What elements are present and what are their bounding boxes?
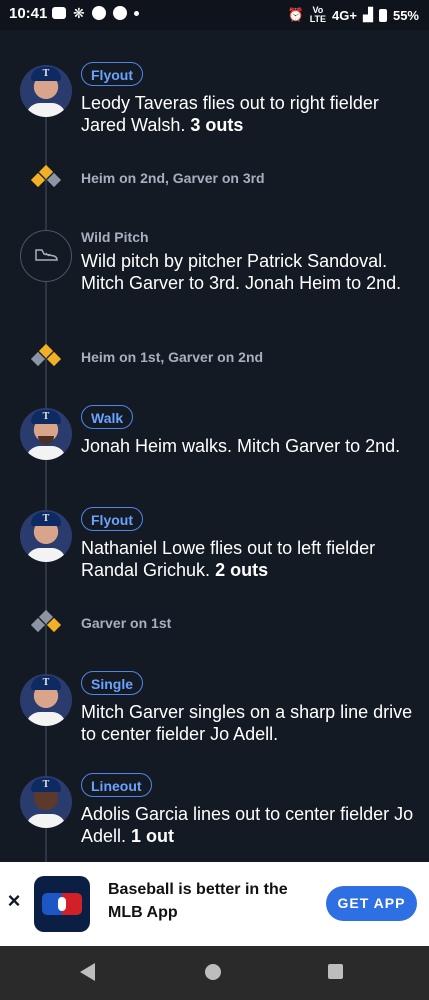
team-logo-icon: T [42,68,50,79]
player-avatar: T [20,776,72,828]
play-description: Jonah Heim walks. Mitch Garver to 2nd. [81,436,401,456]
player-avatar: T [20,674,72,726]
event-type-label: Wild Pitch [81,229,149,245]
play-type-badge: Single [81,671,144,695]
status-time: 10:41 [9,5,48,22]
runners-text: Heim on 2nd, Garver on 3rd [81,170,265,186]
more-notifications-icon [133,10,139,16]
play-description: Adolis Garcia lines out to center fielde… [81,804,414,846]
play-description: Mitch Garver singles on a sharp line dri… [81,702,413,744]
home-icon[interactable] [205,964,221,980]
team-logo-icon: T [42,677,50,688]
play-description: Nathaniel Lowe flies out to left fielder… [81,538,376,580]
play-type-badge: Flyout [81,62,143,86]
banner-title: Baseball is better in the MLB App [108,881,288,921]
network-type: 4G+ [332,7,357,23]
battery-icon [378,8,387,22]
timeline-line [45,85,47,865]
play-type-badge: Walk [81,405,134,429]
system-navigation-bar [0,946,429,1000]
team-logo-icon: T [42,779,50,790]
recent-apps-icon[interactable] [328,964,343,979]
alarm-icon: ⏰ [287,7,304,22]
app-promo-banner: × Baseball is better in the MLB App GET … [0,862,429,946]
battery-percent: 55% [392,7,419,23]
app-notification-icon: ❋ [73,5,85,21]
player-avatar: T [20,408,72,460]
bases-diamond-icon [28,343,64,369]
bases-diamond-icon [28,609,64,635]
play-description: Leody Taveras flies out to right fielder… [81,93,379,135]
outs-count: 2 outs [215,560,269,580]
back-icon[interactable] [80,963,95,981]
event-description: Wild pitch by pitcher Patrick Sandoval. … [81,251,402,293]
volte-icon: Vo LTE [309,5,327,24]
bases-diamond-icon [28,164,64,190]
message-notification-icon [52,7,66,19]
circle-notification-icon [91,6,106,20]
circle-notification-icon-2 [112,6,127,20]
team-logo-icon: T [42,411,50,422]
player-avatar: T [20,65,72,117]
outs-count: 3 outs [190,115,244,135]
mlb-app-logo-icon [34,876,90,932]
signal-icon: ▟ [362,7,373,22]
runners-text: Heim on 1st, Garver on 2nd [81,349,264,365]
cleat-icon [20,230,72,282]
notification-icons: ❋ [52,6,139,20]
player-avatar: T [20,510,72,562]
outs-count: 1 out [131,826,175,846]
runners-text: Garver on 1st [81,615,172,631]
system-icons: ⏰ Vo LTE 4G+ ▟ 55% [288,6,420,24]
team-logo-icon: T [42,513,50,524]
play-type-badge: Lineout [81,773,152,797]
status-bar: 10:41 ❋ ⏰ Vo LTE 4G+ ▟ 55% [0,0,429,30]
close-icon[interactable]: × [6,890,22,912]
play-type-badge: Flyout [81,507,143,531]
get-app-button[interactable]: GET APP [326,886,417,921]
